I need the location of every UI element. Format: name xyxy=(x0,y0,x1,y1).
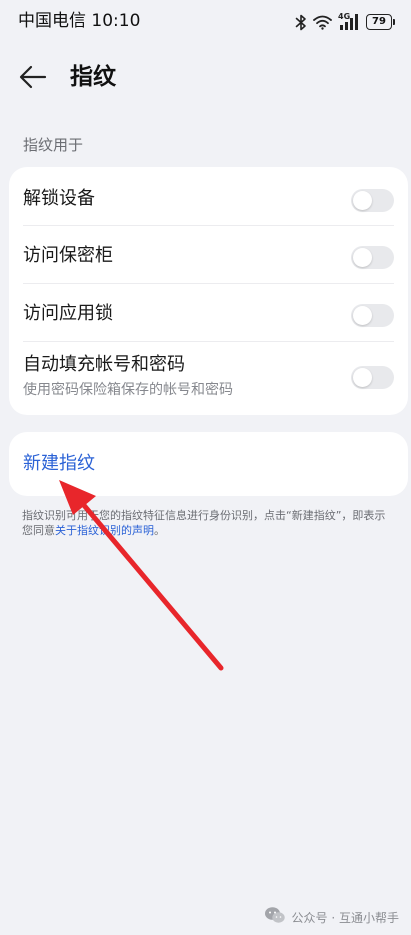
autofill-toggle[interactable] xyxy=(351,366,394,389)
settings-card: 解锁设备 访问保密柜 访问应用锁 自动填充帐号和密码 使用密码保险箱保存的帐号和… xyxy=(9,167,408,415)
page-title: 指纹 xyxy=(70,64,116,90)
new-fingerprint-label: 新建指纹 xyxy=(23,453,95,474)
app-lock-toggle[interactable] xyxy=(351,304,394,327)
watermark-text: 公众号 · 互通小帮手 xyxy=(291,910,399,925)
toggle-knob xyxy=(353,306,372,325)
watermark: 公众号 · 互通小帮手 xyxy=(264,906,399,929)
wifi-icon xyxy=(313,15,332,30)
carrier-time: 中国电信 10:10 xyxy=(18,11,141,31)
setting-label: 自动填充帐号和密码 xyxy=(23,354,185,375)
unlock-device-toggle[interactable] xyxy=(351,189,394,212)
section-label: 指纹用于 xyxy=(23,136,84,154)
header: 指纹 xyxy=(0,52,411,104)
private-safe-toggle[interactable] xyxy=(351,246,394,269)
arrow-left-icon xyxy=(18,65,48,94)
setting-label: 解锁设备 xyxy=(23,188,95,209)
signal-icon: 4G xyxy=(338,12,360,31)
privacy-footnote: 指纹识别可用于您的指纹特征信息进行身份识别，点击“新建指纹”，即表示您同意关于指… xyxy=(22,508,394,538)
back-button[interactable] xyxy=(18,64,48,90)
new-fingerprint-button[interactable]: 新建指纹 xyxy=(9,432,408,496)
battery-level: 79 xyxy=(366,14,392,30)
bluetooth-icon xyxy=(295,14,307,31)
setting-row-private-safe[interactable]: 访问保密柜 xyxy=(9,225,408,282)
setting-subtitle: 使用密码保险箱保存的帐号和密码 xyxy=(23,382,233,398)
statement-link[interactable]: 关于指纹识别的声明 xyxy=(55,524,154,537)
toggle-knob xyxy=(353,248,372,267)
wechat-icon xyxy=(264,906,286,929)
status-bar: 中国电信 10:10 4G 79 xyxy=(0,0,411,44)
battery-icon: 79 xyxy=(366,14,395,30)
setting-label: 访问应用锁 xyxy=(23,303,113,324)
toggle-knob xyxy=(353,368,372,387)
status-icons: 4G 79 xyxy=(295,12,395,32)
toggle-knob xyxy=(353,191,372,210)
setting-row-autofill[interactable]: 自动填充帐号和密码 使用密码保险箱保存的帐号和密码 xyxy=(9,341,408,415)
setting-row-app-lock[interactable]: 访问应用锁 xyxy=(9,283,408,340)
footnote-end: 。 xyxy=(154,524,165,537)
setting-row-unlock-device[interactable]: 解锁设备 xyxy=(9,167,408,224)
setting-label: 访问保密柜 xyxy=(23,245,113,266)
